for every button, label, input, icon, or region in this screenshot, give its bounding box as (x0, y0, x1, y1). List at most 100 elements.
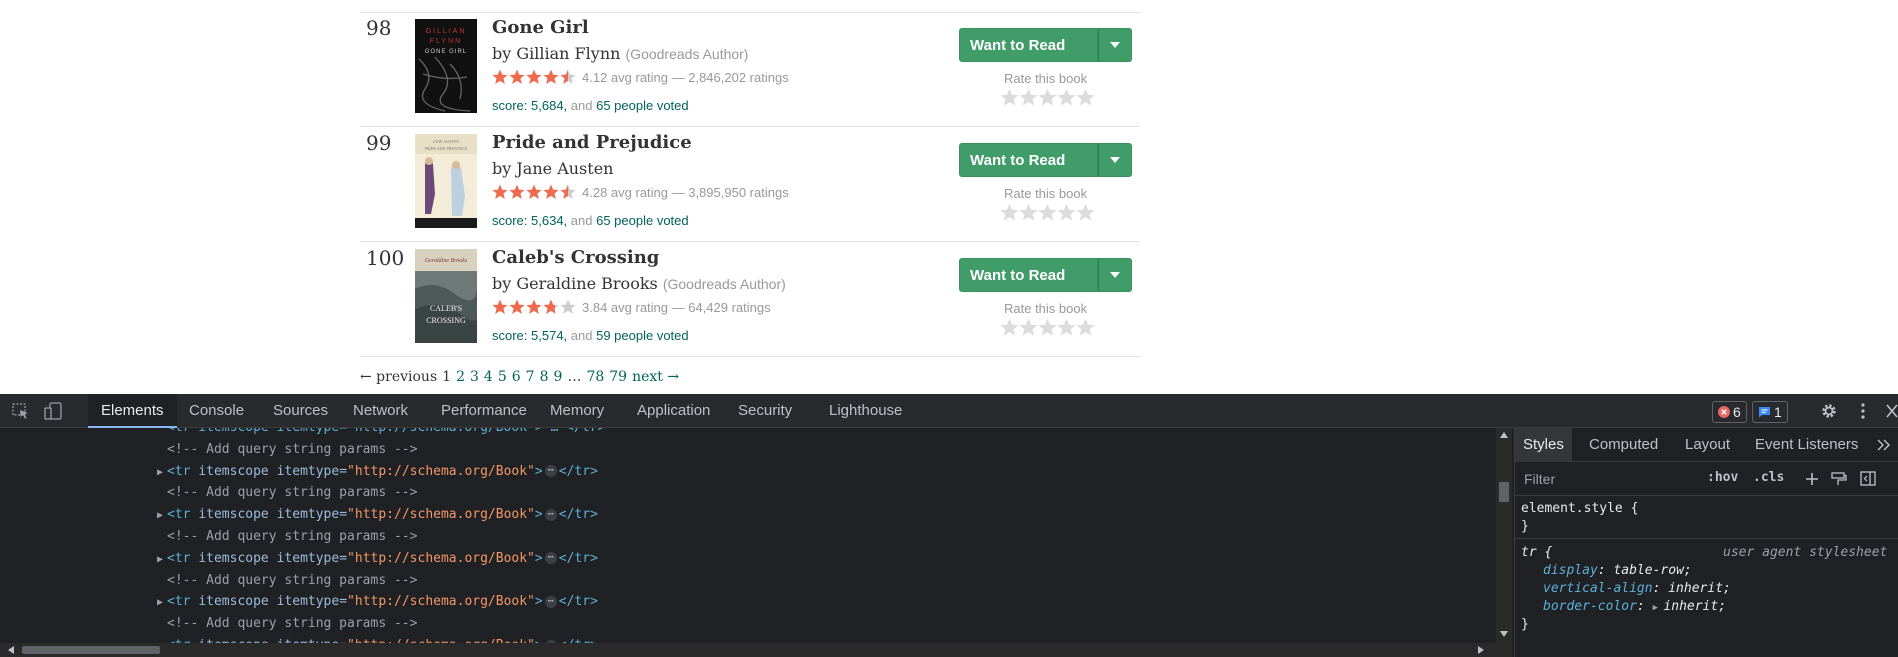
css-declaration[interactable]: vertical-align: inherit; (1543, 580, 1731, 598)
empty-star-icon[interactable] (1019, 203, 1038, 222)
hover-state-toggle[interactable]: :hov (1707, 470, 1738, 485)
rate-stars[interactable] (1000, 318, 1095, 337)
shelf-dropdown-button[interactable] (1098, 28, 1132, 62)
more-tabs-chevron-icon[interactable] (1877, 439, 1891, 451)
rate-stars[interactable] (1000, 203, 1095, 222)
dom-tr-line[interactable]: ▶<tr itemscope itemtype="http://schema.o… (157, 504, 598, 526)
score-link[interactable]: score: 5,634, (492, 213, 567, 228)
page-link-78[interactable]: 78 (586, 369, 604, 385)
close-devtools-icon[interactable] (1886, 404, 1898, 418)
empty-star-icon[interactable] (1038, 88, 1057, 107)
empty-star-icon[interactable] (1057, 88, 1076, 107)
dom-tr-line-partial[interactable]: <tr itemscope itemtype="http://schema.or… (167, 428, 605, 439)
empty-star-icon[interactable] (1076, 318, 1095, 337)
rate-stars[interactable] (1000, 88, 1095, 107)
empty-star-icon[interactable] (1000, 318, 1019, 337)
class-toggle[interactable]: .cls (1753, 470, 1784, 485)
paint-roller-icon[interactable] (1831, 472, 1847, 486)
empty-star-icon[interactable] (1038, 318, 1057, 337)
tab-elements[interactable]: Elements (88, 394, 177, 428)
css-declaration[interactable]: display: table-row; (1543, 562, 1692, 580)
dom-comment-line[interactable]: <!-- Add query string params --> (167, 613, 417, 635)
page-link-79[interactable]: 79 (609, 369, 627, 385)
expand-triangle-icon[interactable]: ▶ (1653, 603, 1664, 613)
expand-arrow-icon[interactable]: ▶ (157, 592, 167, 614)
scrollbar-thumb[interactable] (1499, 482, 1509, 502)
want-to-read-button[interactable]: Want to Read (959, 28, 1098, 62)
empty-star-icon[interactable] (1038, 203, 1057, 222)
settings-gear-icon[interactable] (1820, 402, 1838, 420)
new-style-rule-icon[interactable] (1805, 472, 1819, 486)
score-link[interactable]: score: 5,684, (492, 98, 567, 113)
tab-network[interactable]: Network (340, 394, 421, 428)
expand-arrow-icon[interactable]: ▶ (157, 549, 167, 571)
elements-dom-tree[interactable]: <tr itemscope itemtype="http://schema.or… (0, 428, 1496, 643)
collapsed-children-ellipsis[interactable]: ⋯ (544, 595, 557, 608)
want-to-read-button[interactable]: Want to Read (959, 258, 1098, 292)
empty-star-icon[interactable] (1019, 88, 1038, 107)
book-title[interactable]: Caleb's Crossing (492, 247, 659, 268)
styles-tab-computed[interactable]: Computed (1581, 428, 1666, 462)
empty-star-icon[interactable] (1057, 203, 1076, 222)
scroll-left-icon[interactable] (8, 646, 14, 654)
tab-sources[interactable]: Sources (260, 394, 341, 428)
author-link[interactable]: Gillian Flynn (516, 44, 620, 63)
page-link-3[interactable]: 3 (470, 369, 479, 385)
voters-link[interactable]: 65 people voted (596, 213, 689, 228)
tab-application[interactable]: Application (624, 394, 723, 428)
error-counter[interactable]: 6 (1712, 401, 1747, 423)
scroll-down-icon[interactable] (1500, 631, 1508, 637)
scroll-up-icon[interactable] (1500, 432, 1508, 438)
dom-tr-line[interactable]: ▶<tr itemscope itemtype="http://schema.o… (157, 591, 598, 613)
book-cover-gone-girl[interactable]: GILLIAN FLYNN GONE GIRL (415, 19, 477, 113)
page-link-7[interactable]: 7 (526, 369, 535, 385)
empty-star-icon[interactable] (1076, 203, 1095, 222)
tab-performance[interactable]: Performance (428, 394, 540, 428)
page-link-2[interactable]: 2 (456, 369, 465, 385)
more-options-icon[interactable] (1858, 402, 1868, 420)
styles-filter-input[interactable]: Filter (1518, 467, 1698, 491)
dom-comment-line[interactable]: <!-- Add query string params --> (167, 439, 417, 461)
scroll-right-icon[interactable] (1478, 646, 1484, 654)
tab-lighthouse[interactable]: Lighthouse (816, 394, 915, 428)
dom-comment-line[interactable]: <!-- Add query string params --> (167, 570, 417, 592)
toggle-sidebar-icon[interactable] (1860, 471, 1876, 486)
css-declaration[interactable]: border-color: ▶ inherit; (1543, 598, 1726, 616)
book-title[interactable]: Gone Girl (492, 17, 589, 38)
tab-memory[interactable]: Memory (537, 394, 617, 428)
collapsed-children-ellipsis[interactable]: ⋯ (544, 508, 557, 521)
collapsed-children-ellipsis[interactable]: ⋯ (544, 465, 557, 478)
page-link-8[interactable]: 8 (540, 369, 549, 385)
page-link-6[interactable]: 6 (512, 369, 521, 385)
tab-security[interactable]: Security (725, 394, 805, 428)
dom-horizontal-scrollbar[interactable] (0, 643, 1512, 657)
tab-console[interactable]: Console (176, 394, 257, 428)
page-link-9[interactable]: 9 (554, 369, 563, 385)
author-link[interactable]: Jane Austen (516, 159, 613, 178)
page-link-4[interactable]: 4 (484, 369, 493, 385)
dom-comment-line[interactable]: <!-- Add query string params --> (167, 526, 417, 548)
want-to-read-button[interactable]: Want to Read (959, 143, 1098, 177)
shelf-dropdown-button[interactable] (1098, 258, 1132, 292)
empty-star-icon[interactable] (1057, 318, 1076, 337)
empty-star-icon[interactable] (1019, 318, 1038, 337)
device-toolbar-icon[interactable] (43, 402, 63, 420)
book-cover-pride-and-prejudice[interactable]: JANE AUSTEN PRIDE AND PREJUDICE (415, 134, 477, 228)
score-link[interactable]: score: 5,574, (492, 328, 567, 343)
voters-link[interactable]: 65 people voted (596, 98, 689, 113)
expand-arrow-icon[interactable]: ▶ (157, 505, 167, 527)
voters-link[interactable]: 59 people voted (596, 328, 689, 343)
dom-tr-line[interactable]: ▶<tr itemscope itemtype="http://schema.o… (157, 548, 598, 570)
empty-star-icon[interactable] (1000, 88, 1019, 107)
expand-arrow-icon[interactable]: ▶ (157, 636, 167, 643)
book-cover-calebs-crossing[interactable]: Geraldine Brooks CALEB'S CROSSING (415, 249, 477, 343)
styles-tab-styles[interactable]: Styles (1515, 428, 1572, 462)
styles-tab-event-listeners[interactable]: Event Listeners (1747, 428, 1866, 462)
message-counter[interactable]: 1 (1752, 401, 1788, 423)
dom-vertical-scrollbar[interactable] (1496, 428, 1512, 643)
styles-tab-layout[interactable]: Layout (1677, 428, 1738, 462)
empty-star-icon[interactable] (1076, 88, 1095, 107)
book-title[interactable]: Pride and Prejudice (492, 132, 692, 153)
shelf-dropdown-button[interactable] (1098, 143, 1132, 177)
dom-tr-line[interactable]: ▶<tr itemscope itemtype="http://schema.o… (157, 635, 598, 643)
